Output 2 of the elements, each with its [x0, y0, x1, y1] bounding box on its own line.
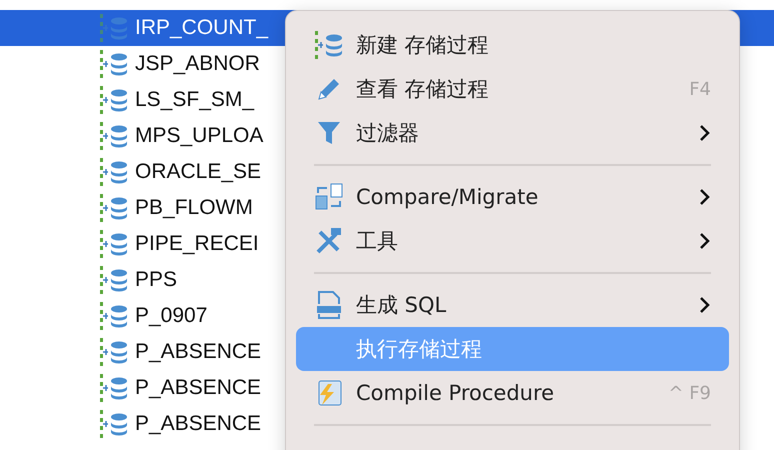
shortcut-label: F4: [689, 78, 711, 100]
shortcut-label: ^ F9: [668, 382, 711, 404]
